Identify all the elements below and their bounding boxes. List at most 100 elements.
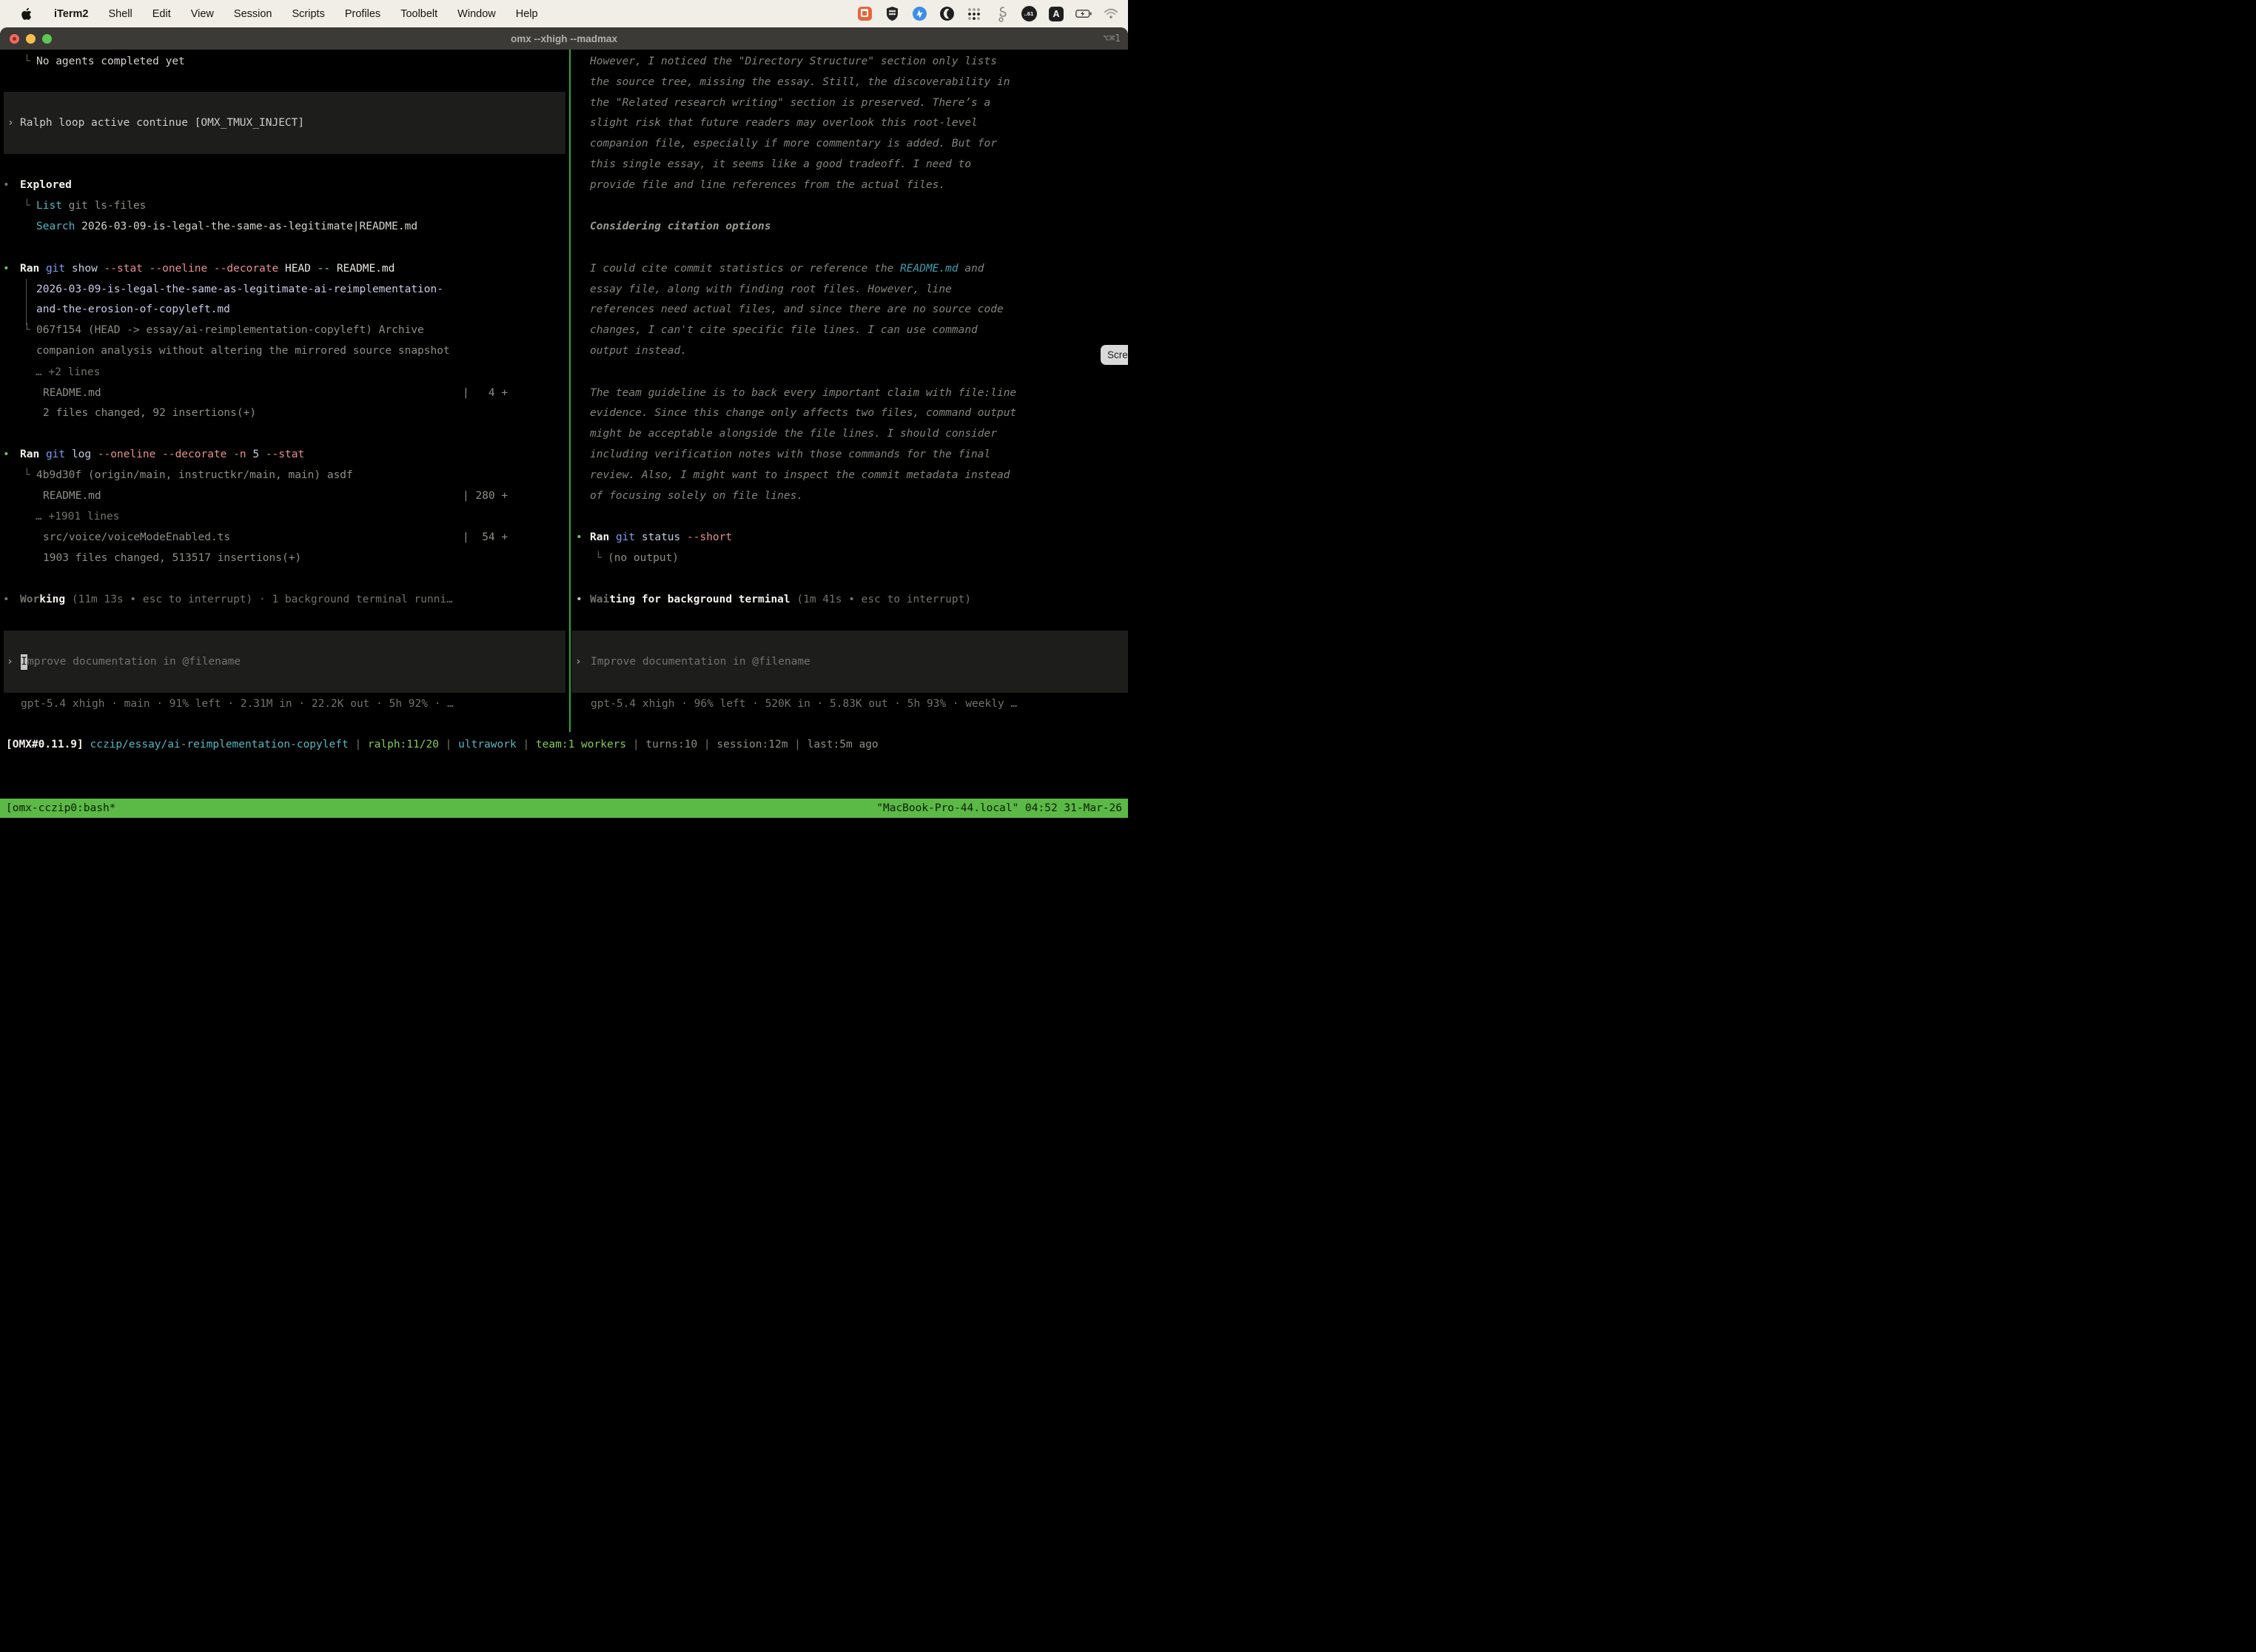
- diffstat-line: README.md | 280 +: [0, 486, 569, 506]
- menu-item-help[interactable]: Help: [516, 8, 538, 20]
- tool-label: List: [36, 200, 62, 212]
- cmd-output-line: └ 4b9d30f (origin/main, instructkr/main,…: [0, 465, 569, 486]
- waiting-status-line: • Waiting for background terminal (1m 41…: [570, 589, 1128, 610]
- window-title: omx --xhigh --madmax: [511, 33, 617, 44]
- window-shortcut-hint: ⌥⌘1: [1104, 33, 1121, 44]
- zoom-button[interactable]: [42, 34, 52, 44]
- text-cursor: I: [21, 654, 27, 670]
- bullet-icon: •: [576, 527, 583, 548]
- thinking-paragraph-line: The team guideline is to back every impo…: [570, 383, 1128, 403]
- input-placeholder: mprove documentation in @filename: [27, 651, 241, 672]
- apple-icon[interactable]: [18, 6, 34, 22]
- cmd-output-line: companion analysis without altering the …: [0, 340, 569, 361]
- tool-label: Search: [36, 221, 75, 232]
- thinking-paragraph-line: evidence. Since this change only affects…: [570, 403, 1128, 423]
- ran-git-log-line: • Ran git log --oneline --decorate -n 5 …: [0, 444, 569, 465]
- menu-item-window[interactable]: Window: [457, 8, 496, 20]
- squiggle-icon[interactable]: [993, 6, 1010, 22]
- screen: iTerm2 Shell Edit View Session Scripts P…: [0, 0, 1128, 826]
- thinking-paragraph-line: changes, I can't cite specific file line…: [570, 320, 1128, 340]
- minimize-button[interactable]: [26, 34, 36, 44]
- bullet-icon: •: [3, 175, 10, 195]
- cmd-output-line: └ 067f154 (HEAD -> essay/ai-reimplementa…: [0, 320, 569, 340]
- traffic-lights: [10, 34, 52, 44]
- omx-status-bar: [OMX#0.11.9] cczip/essay/ai-reimplementa…: [6, 734, 879, 755]
- omx-version: [OMX#0.11.9]: [6, 739, 84, 751]
- menu-status-icons: ..61 A: [856, 6, 1128, 22]
- session-status-line: gpt-5.4 xhigh · 96% left · 520K in · 5.8…: [570, 694, 1128, 714]
- dots-grid-icon[interactable]: [966, 6, 982, 22]
- screen-overlay-tooltip[interactable]: Scre: [1101, 345, 1128, 365]
- cmd-wrap-line: 2026-03-09-is-legal-the-same-as-legitima…: [0, 279, 569, 300]
- shield-grid-icon[interactable]: [884, 6, 900, 22]
- diffstat-summary: 2 files changed, 92 insertions(+): [0, 403, 569, 423]
- menu-item-toolbelt[interactable]: Toolbelt: [400, 8, 437, 20]
- thinking-heading: Considering citation options: [570, 216, 1128, 237]
- chat-app-icon[interactable]: [856, 6, 873, 22]
- cmd-output-line: └ (no output): [570, 548, 1128, 568]
- omx-branch-path: cczip/essay/ai-reimplementation-copyleft: [90, 739, 349, 751]
- thinking-paragraph-line: this single essay, it seems like a good …: [570, 154, 1128, 175]
- menu-item-profiles[interactable]: Profiles: [345, 8, 380, 20]
- blue-badge-icon[interactable]: [911, 6, 927, 22]
- session-status-line: gpt-5.4 xhigh · main · 91% left · 2.31M …: [0, 694, 569, 714]
- spinner-bullet-icon: •: [576, 589, 583, 610]
- menu-item-session[interactable]: Session: [234, 8, 272, 20]
- menu-item-view[interactable]: View: [191, 8, 214, 20]
- thinking-paragraph-line: the source tree, missing the essay. Stil…: [570, 72, 1128, 93]
- thinking-paragraph-line: I could cite commit statistics or refere…: [570, 258, 1128, 279]
- a-app-icon[interactable]: A: [1048, 6, 1064, 22]
- close-button[interactable]: [10, 34, 19, 44]
- thinking-paragraph-line: slight risk that future readers may over…: [570, 113, 1128, 133]
- menu-item-scripts[interactable]: Scripts: [292, 8, 325, 20]
- cmd-wrap-line: and-the-erosion-of-copyleft.md: [0, 299, 569, 320]
- menu-item-iterm2[interactable]: iTerm2: [54, 8, 88, 20]
- turns-counter: turns:10: [645, 739, 697, 751]
- menu-bar: iTerm2 Shell Edit View Session Scripts P…: [0, 0, 1128, 27]
- explored-header: • Explored: [0, 175, 569, 195]
- inject-banner-text: Ralph loop active continue [OMX_TMUX_INJ…: [20, 113, 304, 133]
- terminal-area: └ No agents completed yet › Ralph loop a…: [0, 50, 1128, 826]
- working-status-line: • Working (11m 13s • esc to interrupt) ·…: [0, 589, 569, 610]
- explored-list-line: └ List git ls-files: [0, 195, 569, 216]
- more-lines-indicator: … +1901 lines: [0, 506, 569, 527]
- window-title-bar[interactable]: omx --xhigh --madmax ⌥⌘1: [0, 27, 1128, 50]
- diffstat-line: src/voice/voiceModeEnabled.ts | 54 +: [0, 527, 569, 548]
- inject-banner-line: › Ralph loop active continue [OMX_TMUX_I…: [0, 113, 569, 133]
- input-placeholder: Improve documentation in @filename: [591, 651, 810, 672]
- terminal-line: └ No agents completed yet: [0, 51, 569, 72]
- thinking-paragraph-line: of focusing solely on file lines.: [570, 486, 1128, 506]
- ralph-counter: ralph:11/20: [368, 739, 439, 751]
- prompt-icon: ›: [7, 651, 13, 672]
- ultrawork-badge: ultrawork: [458, 739, 517, 751]
- prompt-input-line[interactable]: › Improve documentation in @filename: [570, 651, 1128, 672]
- thinking-paragraph-line: provide file and line references from th…: [570, 175, 1128, 195]
- bullet-icon: •: [3, 258, 10, 279]
- session-time: session:12m: [716, 739, 788, 751]
- dark-circle-icon[interactable]: [939, 6, 955, 22]
- thinking-paragraph-line: However, I noticed the "Directory Struct…: [570, 51, 1128, 72]
- thinking-paragraph-line: output instead.: [570, 340, 1128, 361]
- explored-search-line: Search 2026-03-09-is-legal-the-same-as-l…: [0, 216, 569, 237]
- battery-icon[interactable]: [1075, 6, 1092, 22]
- last-activity: last:5m ago: [808, 739, 879, 751]
- no-agents-text: No agents completed yet: [36, 51, 185, 72]
- menu-item-shell[interactable]: Shell: [108, 8, 132, 20]
- thinking-paragraph-line: including verification notes with those …: [570, 444, 1128, 465]
- ran-git-status-line: • Ran git status --short: [570, 527, 1128, 548]
- ran-git-show-line: • Ran git show --stat --oneline --decora…: [0, 258, 569, 279]
- prompt-input-line[interactable]: › I mprove documentation in @filename: [0, 651, 569, 672]
- prompt-icon: ›: [575, 651, 582, 672]
- menu-item-edit[interactable]: Edit: [152, 8, 171, 20]
- tmux-status-bar: [omx-cczip0:bash* "MacBook-Pro-44.local"…: [0, 799, 1128, 818]
- thinking-paragraph-line: might be acceptable alongside the file l…: [570, 423, 1128, 444]
- thinking-paragraph-line: the "Related research writing" section i…: [570, 93, 1128, 113]
- tmux-session-name: [omx-cczip0:bash*: [6, 802, 115, 814]
- tmux-host-clock: "MacBook-Pro-44.local" 04:52 31-Mar-26: [876, 802, 1122, 814]
- timer-badge-icon[interactable]: ..61: [1021, 6, 1037, 22]
- thinking-paragraph-line: references need actual files, and since …: [570, 299, 1128, 320]
- diffstat-summary: 1903 files changed, 513517 insertions(+): [0, 548, 569, 568]
- menu-left: iTerm2 Shell Edit View Session Scripts P…: [0, 6, 538, 22]
- wifi-icon[interactable]: [1103, 6, 1119, 22]
- more-lines-indicator: … +2 lines: [0, 362, 569, 383]
